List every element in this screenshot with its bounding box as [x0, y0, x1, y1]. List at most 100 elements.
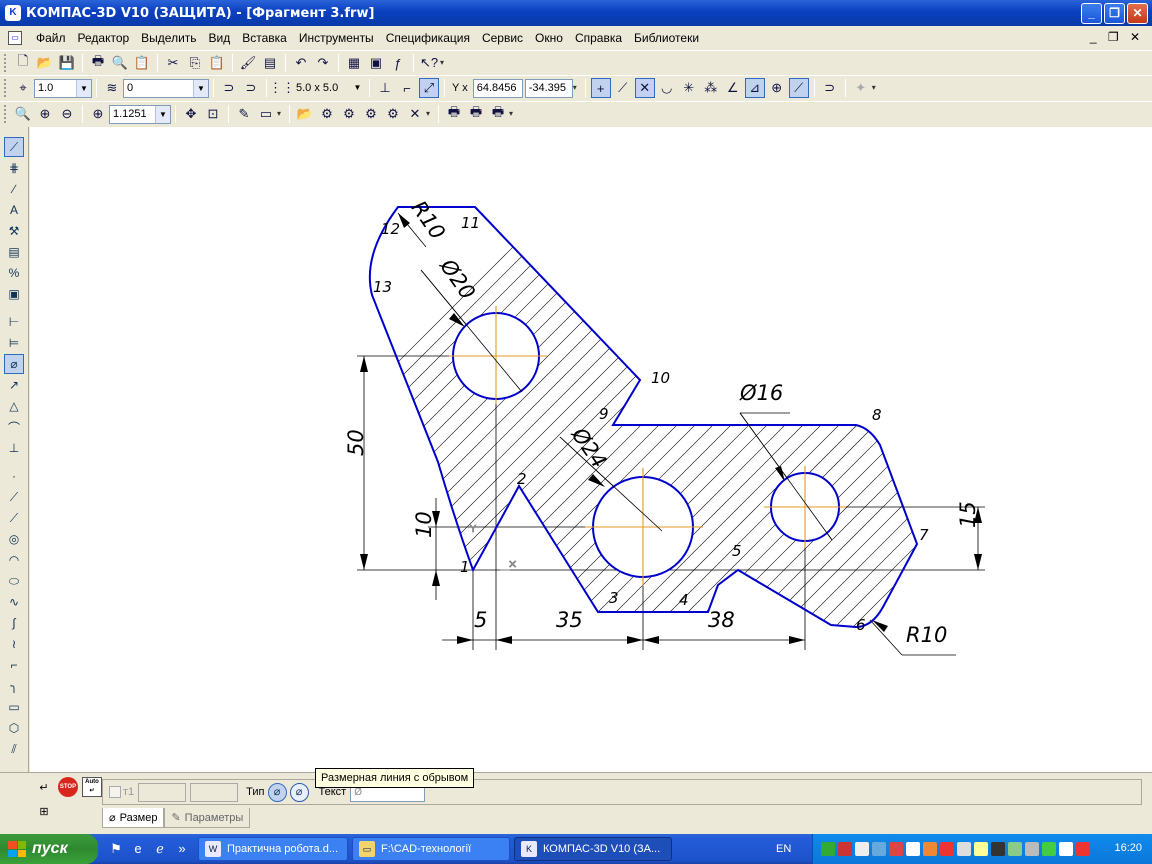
language-indicator[interactable]: EN: [776, 843, 791, 855]
mdi-window-controls[interactable]: _ ❐ ✕: [1090, 30, 1144, 44]
menu-edit[interactable]: Редактор: [72, 31, 136, 45]
height-dim-icon[interactable]: ⊥: [4, 438, 24, 458]
dim-r10-top[interactable]: R10: [407, 196, 450, 244]
start-button[interactable]: пуск: [0, 834, 98, 864]
snap-normal-icon[interactable]: ✳: [679, 78, 699, 98]
menu-select[interactable]: Выделить: [135, 31, 202, 45]
grid-icon[interactable]: ⋮⋮: [269, 78, 295, 98]
broken-dim-type-icon[interactable]: ⌀: [289, 782, 309, 802]
menu-file[interactable]: Файл: [30, 31, 72, 45]
task-folder[interactable]: ▭ F:\CAD-технологiї: [352, 837, 510, 861]
aux-line-icon[interactable]: ⟋: [4, 487, 24, 507]
format-brush-icon[interactable]: 🖌: [238, 53, 258, 73]
toolbar-overflow-icon[interactable]: ▾: [277, 105, 285, 123]
menu-tools[interactable]: Инструменты: [293, 31, 380, 45]
grid-combo[interactable]: 5.0 x 5.0 ▼: [293, 79, 365, 98]
auto-create-icon[interactable]: Auto ↵: [82, 777, 102, 797]
print-settings-icon[interactable]: 🖶: [466, 104, 486, 124]
spec-icon[interactable]: ▣: [4, 284, 24, 304]
clipboard-icon[interactable]: 📋: [207, 53, 227, 73]
menu-help[interactable]: Справка: [569, 31, 628, 45]
hatch-icon[interactable]: ⫽: [4, 739, 24, 759]
tray-app-icon[interactable]: [889, 842, 903, 856]
menu-window[interactable]: Окно: [529, 31, 569, 45]
explorer-icon[interactable]: ⚑: [108, 841, 124, 857]
tray-app-icon[interactable]: [838, 842, 852, 856]
library-icon[interactable]: ▣: [366, 53, 386, 73]
variables-icon[interactable]: ƒ: [388, 53, 408, 73]
snap-center-icon[interactable]: ⊕: [767, 78, 787, 98]
tray-app-icon[interactable]: [1008, 842, 1022, 856]
zoom-combo[interactable]: 1.1251 ▼: [109, 104, 171, 124]
spline-icon[interactable]: ∿: [4, 592, 24, 612]
diameter-dim-icon[interactable]: ⌀: [4, 354, 24, 374]
stop-icon[interactable]: STOP: [58, 777, 78, 797]
enter-icon[interactable]: ↵: [34, 777, 54, 797]
tray-app-icon[interactable]: [855, 842, 869, 856]
dim-15[interactable]: 15: [956, 501, 980, 528]
ortho-icon[interactable]: ⌐: [397, 78, 417, 98]
network-icon[interactable]: ⚙: [317, 104, 337, 124]
toolbar-handle[interactable]: [4, 79, 8, 97]
local-cs-icon[interactable]: ⊥: [375, 78, 395, 98]
zoom-scale-icon[interactable]: ⊕: [88, 104, 108, 124]
toolbar-overflow-icon[interactable]: ▾: [426, 105, 434, 123]
help-grid-icon[interactable]: ⊞: [34, 801, 54, 821]
tab-size[interactable]: ⌀ Размер: [102, 808, 165, 828]
paste-icon[interactable]: 📋: [132, 53, 152, 73]
minimize-button[interactable]: _: [1081, 3, 1102, 24]
tray-app-icon[interactable]: [872, 842, 886, 856]
help-pointer-icon[interactable]: ↖?: [419, 53, 439, 73]
polyline-icon[interactable]: ≀: [4, 634, 24, 654]
task-word[interactable]: W Практична робота.d...: [198, 837, 348, 861]
toolbar-handle[interactable]: [4, 54, 8, 72]
zoom-window-icon[interactable]: 🔍: [13, 104, 33, 124]
tray-app-icon[interactable]: [906, 842, 920, 856]
drawing-svg[interactable]: ✕ Y 1 2 3 4 5 6 7 8 9 10 11 12 13 R10 Ø2…: [30, 127, 1152, 772]
zoom-in-icon[interactable]: ⊕: [35, 104, 55, 124]
tree2-icon[interactable]: ⚙: [361, 104, 381, 124]
toolbar-overflow-icon[interactable]: ▾: [509, 105, 517, 123]
rectangle-icon[interactable]: ▭: [4, 697, 24, 717]
tray-app-icon[interactable]: [821, 842, 835, 856]
dim-10[interactable]: 10: [412, 511, 436, 538]
open-file-icon[interactable]: 📂: [295, 104, 315, 124]
toolbar-overflow-icon[interactable]: ▾: [440, 54, 448, 72]
chamfer-icon[interactable]: ⌐: [4, 655, 24, 675]
drawing-canvas[interactable]: ✕ Y 1 2 3 4 5 6 7 8 9 10 11 12 13 R10 Ø2…: [30, 127, 1152, 772]
tray-app-icon[interactable]: [940, 842, 954, 856]
angular-dim-icon[interactable]: △: [4, 396, 24, 416]
parametrization-icon[interactable]: ⚒: [4, 221, 24, 241]
kompas-app-icon[interactable]: K: [5, 5, 21, 21]
new-document-icon[interactable]: 🗋: [13, 53, 33, 73]
tray-app-icon[interactable]: [974, 842, 988, 856]
coord-y-field[interactable]: -34.395: [524, 78, 573, 98]
step-combo[interactable]: 1.0 ▼: [34, 78, 92, 98]
ellipse-icon[interactable]: ⬭: [4, 571, 24, 591]
volume-icon[interactable]: [1059, 842, 1073, 856]
measure-icon[interactable]: ▤: [4, 242, 24, 262]
snap-on-curve-icon[interactable]: ⟋: [788, 78, 809, 98]
restore-button[interactable]: ❐: [1104, 3, 1125, 24]
dim-r10-bottom[interactable]: R10: [906, 623, 947, 647]
arc-dim-icon[interactable]: ⌒: [4, 417, 24, 437]
redo-icon[interactable]: ↷: [313, 53, 333, 73]
print-icon[interactable]: 🖶: [444, 104, 464, 124]
tray-app-icon[interactable]: [991, 842, 1005, 856]
radial-dim-icon[interactable]: ↗: [4, 375, 24, 395]
circle-icon[interactable]: ◎: [4, 529, 24, 549]
browser-icon[interactable]: ℯ: [152, 841, 168, 857]
snap-point-icon[interactable]: +: [590, 78, 611, 98]
manager-icon[interactable]: ▦: [344, 53, 364, 73]
snap-nearest-icon[interactable]: ⟋: [613, 78, 633, 98]
menu-libraries[interactable]: Библиотеки: [628, 31, 705, 45]
document-icon[interactable]: ▭: [8, 31, 22, 45]
tray-app-icon[interactable]: [1076, 842, 1090, 856]
undo-icon[interactable]: ↶: [291, 53, 311, 73]
print-icon[interactable]: 🖶: [88, 53, 108, 73]
tray-app-icon[interactable]: [1042, 842, 1056, 856]
cut-icon[interactable]: ✂: [163, 53, 183, 73]
ie-icon[interactable]: e: [130, 841, 146, 857]
geometry-panel-icon[interactable]: ⟋: [4, 137, 24, 157]
snap-intersection-icon[interactable]: ✕: [634, 78, 655, 98]
